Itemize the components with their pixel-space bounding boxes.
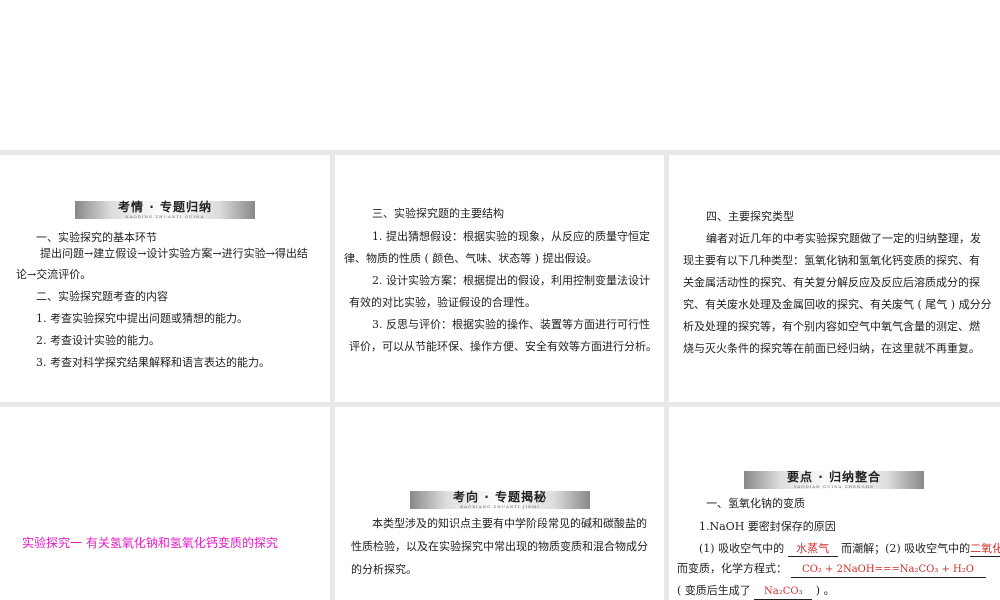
banner-subtitle: YAODIAN GUINA ZHENGHE [793,484,875,489]
slide-thumbnail-1[interactable]: 考情 · 专题归纳 KAODING ZHUANTI GUINA 一、实验探究的基… [0,155,330,402]
paragraph-line: 律、物质的性质 ( 颜色、气味、状态等 ) 提出假设。 [344,252,598,265]
paragraph-line: 1.NaOH 要密封保存的原因 [699,520,836,533]
banner-subtitle: KAODING ZHUANTI GUINA [125,214,205,219]
answer-blank: Na₂CO₃ [754,585,813,600]
list-item: 1. 考查实验探究中提出问题或猜想的能力。 [36,312,248,325]
section-title: 实验探究一 有关氢氧化钠和氢氧化钙变质的探究 [22,536,278,550]
paragraph-line: 性质检验，以及在实验探究中常出现的物质变质和混合物成分 [351,540,648,553]
paragraph-line: 编者对近几年的中考实验探究题做了一定的归纳整理，发 [706,232,981,245]
paragraph-line: 提出问题→建立假设→设计实验方案→进行实验→得出结 [40,247,308,260]
section-banner: 考向 · 专题揭秘 KAOXIANG ZHUANTI JIEMI [410,491,590,509]
list-item: 3. 考查对科学探究结果解释和语言表达的能力。 [36,356,270,369]
slide-thumbnail-6[interactable]: 要点 · 归纳整合 YAODIAN GUINA ZHENGHE 一、氢氧化钠的变… [669,407,1000,600]
paragraph-line: 析及处理的探究等，有个别内容如空气中氧气含量的测定、燃 [683,320,980,333]
paragraph-line: 究、有关废水处理及金属回收的探究、有关废气 ( 尾气 ) 成分分 [683,298,992,311]
paragraph-line: (1) 吸收空气中的 水蒸气 而潮解；(2) 吸收空气中的二氧化碳 [699,538,1000,560]
paragraph-line: ( 变质后生成了 Na₂CO₃ ) 。 [677,580,835,600]
paragraph-line: 论→交流评价。 [16,268,92,281]
text: ( 变质后生成了 [677,584,751,597]
banner-subtitle: KAOXIANG ZHUANTI JIEMI [460,504,540,509]
section-banner: 考情 · 专题归纳 KAODING ZHUANTI GUINA [75,201,255,219]
answer-blank: 二氧化碳 [970,542,1000,557]
paragraph-line: 而变质，化学方程式： CO₂ + 2NaOH===Na₂CO₃ + H₂O [677,558,986,580]
slide-thumbnail-4[interactable]: 实验探究一 有关氢氧化钠和氢氧化钙变质的探究 [0,407,330,600]
banner-title: 要点 · 归纳整合 [787,470,881,484]
paragraph-line: 有效的对比实验，验证假设的合理性。 [349,296,536,309]
paragraph-line: 3. 反思与评价：根据实验的操作、装置等方面进行可行性 [372,318,650,331]
banner-title: 考向 · 专题揭秘 [453,490,547,504]
slide-thumbnail-3[interactable]: 四、主要探究类型 编者对近几年的中考实验探究题做了一定的归纳整理，发 现主要有以… [669,155,1000,402]
list-item: 2. 考查设计实验的能力。 [36,334,160,347]
paragraph-line: 关金属活动性的探究、有关复分解反应及反应后溶质成分的探 [683,276,980,289]
paragraph-line: 现主要有以下几种类型：氢氧化钠和氢氧化钙变质的探究、有 [683,254,980,267]
paragraph-line: 2. 设计实验方案：根据提出的假设，利用控制变量法设计 [372,274,650,287]
paragraph-line: 评价，可以从节能环保、操作方便、安全有效等方面进行分析。 [349,340,657,353]
banner-title: 考情 · 专题归纳 [118,200,212,214]
paragraph-line: 烧与灭火条件的探究等在前面已经归纳，在这里就不再重复。 [683,342,980,355]
answer-blank: CO₂ + 2NaOH===Na₂CO₃ + H₂O [790,563,986,578]
text: 而变质，化学方程式： [677,562,787,575]
heading: 二、实验探究题考查的内容 [36,290,168,303]
heading: 四、主要探究类型 [706,210,794,223]
slide-thumbnail-2[interactable]: 三、实验探究题的主要结构 1. 提出猜想假设：根据实验的现象，从反应的质量守恒定… [335,155,664,402]
section-banner: 要点 · 归纳整合 YAODIAN GUINA ZHENGHE [744,471,924,489]
paragraph-line: 本类型涉及的知识点主要有中学阶段常见的碱和碳酸盐的 [372,517,647,530]
answer-blank: 水蒸气 [787,542,838,557]
heading: 三、实验探究题的主要结构 [372,207,504,220]
text: (1) 吸收空气中的 [699,542,785,555]
paragraph-line: 的分析探究。 [351,563,417,576]
paragraph-line: 1. 提出猜想假设：根据实验的现象，从反应的质量守恒定 [372,230,650,243]
text: 而潮解；(2) 吸收空气中的 [841,542,971,555]
heading: 一、氢氧化钠的变质 [706,497,805,510]
slide-thumbnail-5[interactable]: 考向 · 专题揭秘 KAOXIANG ZHUANTI JIEMI 本类型涉及的知… [335,407,664,600]
text: ) 。 [815,584,835,597]
